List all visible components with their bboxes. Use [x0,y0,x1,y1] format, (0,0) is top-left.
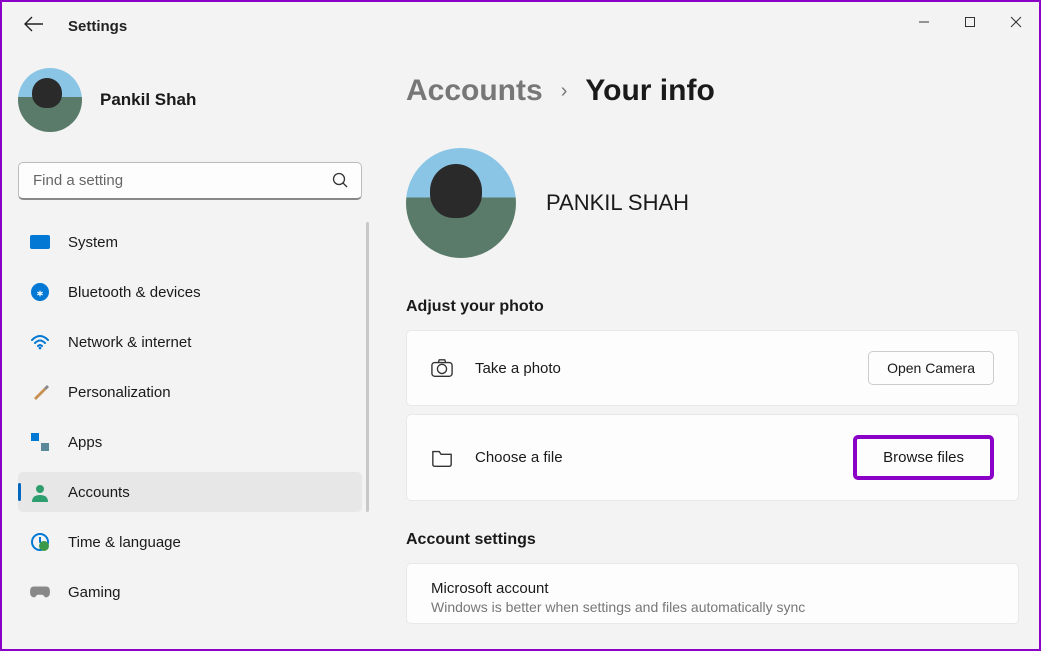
user-block[interactable]: Pankil Shah [18,68,362,132]
bluetooth-icon: ⁎ [30,282,50,302]
camera-icon [431,357,453,379]
sidebar-item-label: Network & internet [68,334,191,351]
sidebar-item-label: Time & language [68,534,181,551]
sidebar-item-label: Bluetooth & devices [68,284,201,301]
apps-icon [30,432,50,452]
choose-file-card: Choose a file Browse files [406,414,1019,501]
back-arrow-icon[interactable] [24,16,44,37]
sidebar-item-bluetooth[interactable]: ⁎ Bluetooth & devices [18,272,362,312]
user-name: Pankil Shah [100,90,196,110]
profile-display-name: PANKIL SHAH [546,190,689,216]
minimize-button[interactable] [901,2,947,42]
brush-icon [30,382,50,402]
sidebar-item-gaming[interactable]: Gaming [18,572,362,612]
sidebar-scrollbar[interactable] [366,222,369,512]
app-title: Settings [68,18,127,35]
microsoft-account-card[interactable]: Microsoft account Windows is better when… [406,563,1019,624]
ms-account-title: Microsoft account [431,580,994,597]
breadcrumb-parent[interactable]: Accounts [406,74,543,108]
sidebar-item-label: Personalization [68,384,171,401]
take-photo-label: Take a photo [475,360,846,377]
take-photo-card: Take a photo Open Camera [406,330,1019,406]
choose-file-label: Choose a file [475,449,831,466]
system-icon [30,232,50,252]
profile-avatar [406,148,516,258]
sidebar-item-system[interactable]: System [18,222,362,262]
folder-icon [431,447,453,469]
close-button[interactable] [993,2,1039,42]
account-settings-title: Account settings [406,531,1019,549]
browse-files-button[interactable]: Browse files [853,435,994,480]
sidebar-item-label: Gaming [68,584,121,601]
breadcrumb-current: Your info [585,74,714,108]
ms-account-subtitle: Windows is better when settings and file… [431,599,994,615]
sidebar-item-label: Accounts [68,484,130,501]
chevron-right-icon: › [561,80,568,103]
adjust-photo-title: Adjust your photo [406,298,1019,316]
gamepad-icon [30,582,50,602]
sidebar-item-apps[interactable]: Apps [18,422,362,462]
user-avatar-small [18,68,82,132]
person-icon [30,482,50,502]
sidebar-item-network[interactable]: Network & internet [18,322,362,362]
sidebar-item-label: System [68,234,118,251]
sidebar-item-personalization[interactable]: Personalization [18,372,362,412]
maximize-button[interactable] [947,2,993,42]
open-camera-button[interactable]: Open Camera [868,351,994,385]
sidebar-item-label: Apps [68,434,102,451]
window-titlebar [2,2,1039,42]
search-icon [332,172,348,193]
wifi-icon [30,332,50,352]
clock-icon [30,532,50,552]
sidebar-item-accounts[interactable]: Accounts [18,472,362,512]
breadcrumb: Accounts › Your info [406,74,1019,108]
sidebar-item-time[interactable]: Time & language [18,522,362,562]
search-input[interactable] [18,162,362,200]
